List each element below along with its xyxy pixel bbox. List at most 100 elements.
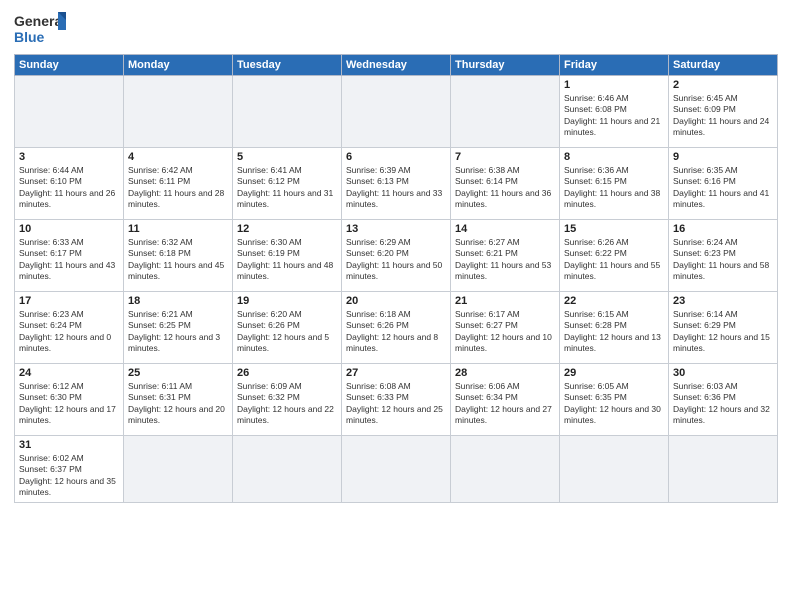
calendar-cell: 29 Sunrise: 6:05 AM Sunset: 6:35 PM Dayli… [560, 364, 669, 436]
calendar-cell: 14 Sunrise: 6:27 AM Sunset: 6:21 PM Dayli… [451, 220, 560, 292]
calendar-cell [233, 436, 342, 503]
day-number: 23 [673, 295, 773, 307]
day-number: 19 [237, 295, 337, 307]
weekday-header-monday: Monday [124, 55, 233, 76]
calendar-cell: 27Sunrise: 6:08 AM Sunset: 6:33 PM Dayli… [342, 364, 451, 436]
day-number: 13 [346, 223, 446, 235]
svg-text:Blue: Blue [14, 29, 45, 45]
day-number: 24 [19, 367, 119, 379]
day-info: Sunrise: 6:38 AM Sunset: 6:14 PM Dayligh… [455, 165, 555, 211]
day-number: 21 [455, 295, 555, 307]
calendar-cell: 13 Sunrise: 6:29 AM Sunset: 6:20 PM Dayli… [342, 220, 451, 292]
day-info: Sunrise: 6:41 AM Sunset: 6:12 PM Dayligh… [237, 165, 337, 211]
page: General Blue SundayMondayTuesdayWednesda… [0, 0, 792, 612]
day-info: Sunrise: 6:14 AM Sunset: 6:29 PM Dayligh… [673, 309, 773, 355]
day-number: 6 [346, 151, 446, 163]
calendar-cell: 12Sunrise: 6:30 AM Sunset: 6:19 PM Dayli… [233, 220, 342, 292]
day-info: Sunrise: 6:05 AM Sunset: 6:35 PM Dayligh… [564, 381, 664, 427]
calendar-table: SundayMondayTuesdayWednesdayThursdayFrid… [14, 54, 778, 503]
calendar-cell: 4Sunrise: 6:42 AM Sunset: 6:11 PM Daylig… [124, 148, 233, 220]
day-number: 15 [564, 223, 664, 235]
day-number: 26 [237, 367, 337, 379]
day-number: 14 [455, 223, 555, 235]
day-info: Sunrise: 6:02 AM Sunset: 6:37 PM Dayligh… [19, 453, 119, 499]
day-number: 11 [128, 223, 228, 235]
calendar-cell [669, 436, 778, 503]
calendar-cell: 16 Sunrise: 6:24 AM Sunset: 6:23 PM Dayli… [669, 220, 778, 292]
day-info: Sunrise: 6:08 AM Sunset: 6:33 PM Dayligh… [346, 381, 446, 427]
day-info: Sunrise: 6:11 AM Sunset: 6:31 PM Dayligh… [128, 381, 228, 427]
calendar-cell: 23 Sunrise: 6:14 AM Sunset: 6:29 PM Dayli… [669, 292, 778, 364]
weekday-header-row: SundayMondayTuesdayWednesdayThursdayFrid… [15, 55, 778, 76]
day-number: 3 [19, 151, 119, 163]
calendar-cell: 22 Sunrise: 6:15 AM Sunset: 6:28 PM Dayli… [560, 292, 669, 364]
logo: General Blue [14, 10, 66, 48]
calendar-cell [124, 436, 233, 503]
calendar-cell: 17Sunrise: 6:23 AM Sunset: 6:24 PM Dayli… [15, 292, 124, 364]
day-info: Sunrise: 6:06 AM Sunset: 6:34 PM Dayligh… [455, 381, 555, 427]
day-number: 12 [237, 223, 337, 235]
day-info: Sunrise: 6:18 AM Sunset: 6:26 PM Dayligh… [346, 309, 446, 355]
day-info: Sunrise: 6:29 AM Sunset: 6:20 PM Dayligh… [346, 237, 446, 283]
calendar-cell: 5Sunrise: 6:41 AM Sunset: 6:12 PM Daylig… [233, 148, 342, 220]
day-number: 22 [564, 295, 664, 307]
weekday-header-saturday: Saturday [669, 55, 778, 76]
header: General Blue [14, 10, 778, 48]
calendar-cell: 18 Sunrise: 6:21 AM Sunset: 6:25 PM Dayli… [124, 292, 233, 364]
day-number: 16 [673, 223, 773, 235]
calendar-cell: 3 Sunrise: 6:44 AM Sunset: 6:10 PM Daylig… [15, 148, 124, 220]
day-info: Sunrise: 6:03 AM Sunset: 6:36 PM Dayligh… [673, 381, 773, 427]
day-info: Sunrise: 6:24 AM Sunset: 6:23 PM Dayligh… [673, 237, 773, 283]
calendar-cell: 2 Sunrise: 6:45 AM Sunset: 6:09 PM Daylig… [669, 76, 778, 148]
week-row-6: 31Sunrise: 6:02 AM Sunset: 6:37 PM Dayli… [15, 436, 778, 503]
day-number: 28 [455, 367, 555, 379]
day-info: Sunrise: 6:45 AM Sunset: 6:09 PM Dayligh… [673, 93, 773, 139]
day-number: 18 [128, 295, 228, 307]
day-info: Sunrise: 6:26 AM Sunset: 6:22 PM Dayligh… [564, 237, 664, 283]
week-row-2: 3 Sunrise: 6:44 AM Sunset: 6:10 PM Daylig… [15, 148, 778, 220]
calendar-cell: 25Sunrise: 6:11 AM Sunset: 6:31 PM Dayli… [124, 364, 233, 436]
day-number: 17 [19, 295, 119, 307]
day-number: 10 [19, 223, 119, 235]
calendar-cell: 1 Sunrise: 6:46 AM Sunset: 6:08 PM Daylig… [560, 76, 669, 148]
calendar-cell: 10 Sunrise: 6:33 AM Sunset: 6:17 PM Dayli… [15, 220, 124, 292]
day-info: Sunrise: 6:33 AM Sunset: 6:17 PM Dayligh… [19, 237, 119, 283]
weekday-header-wednesday: Wednesday [342, 55, 451, 76]
calendar-cell [233, 76, 342, 148]
day-info: Sunrise: 6:44 AM Sunset: 6:10 PM Dayligh… [19, 165, 119, 211]
day-info: Sunrise: 6:12 AM Sunset: 6:30 PM Dayligh… [19, 381, 119, 427]
day-number: 30 [673, 367, 773, 379]
weekday-header-friday: Friday [560, 55, 669, 76]
day-info: Sunrise: 6:35 AM Sunset: 6:16 PM Dayligh… [673, 165, 773, 211]
calendar-cell: 6Sunrise: 6:39 AM Sunset: 6:13 PM Daylig… [342, 148, 451, 220]
calendar-cell: 11Sunrise: 6:32 AM Sunset: 6:18 PM Dayli… [124, 220, 233, 292]
weekday-header-sunday: Sunday [15, 55, 124, 76]
week-row-1: 1 Sunrise: 6:46 AM Sunset: 6:08 PM Daylig… [15, 76, 778, 148]
week-row-5: 24 Sunrise: 6:12 AM Sunset: 6:30 PM Dayli… [15, 364, 778, 436]
weekday-header-thursday: Thursday [451, 55, 560, 76]
day-info: Sunrise: 6:15 AM Sunset: 6:28 PM Dayligh… [564, 309, 664, 355]
calendar-cell [451, 76, 560, 148]
day-number: 8 [564, 151, 664, 163]
day-info: Sunrise: 6:36 AM Sunset: 6:15 PM Dayligh… [564, 165, 664, 211]
calendar-cell [560, 436, 669, 503]
day-number: 1 [564, 79, 664, 91]
day-number: 2 [673, 79, 773, 91]
calendar-cell: 15 Sunrise: 6:26 AM Sunset: 6:22 PM Dayli… [560, 220, 669, 292]
calendar-cell [451, 436, 560, 503]
day-info: Sunrise: 6:20 AM Sunset: 6:26 PM Dayligh… [237, 309, 337, 355]
calendar-cell [15, 76, 124, 148]
calendar-cell: 30 Sunrise: 6:03 AM Sunset: 6:36 PM Dayli… [669, 364, 778, 436]
weekday-header-tuesday: Tuesday [233, 55, 342, 76]
day-info: Sunrise: 6:17 AM Sunset: 6:27 PM Dayligh… [455, 309, 555, 355]
calendar-cell: 20 Sunrise: 6:18 AM Sunset: 6:26 PM Dayli… [342, 292, 451, 364]
day-info: Sunrise: 6:27 AM Sunset: 6:21 PM Dayligh… [455, 237, 555, 283]
calendar-cell: 24 Sunrise: 6:12 AM Sunset: 6:30 PM Dayli… [15, 364, 124, 436]
day-number: 20 [346, 295, 446, 307]
calendar-cell: 9Sunrise: 6:35 AM Sunset: 6:16 PM Daylig… [669, 148, 778, 220]
generalblue-logo-icon: General Blue [14, 10, 66, 48]
day-info: Sunrise: 6:42 AM Sunset: 6:11 PM Dayligh… [128, 165, 228, 211]
day-info: Sunrise: 6:46 AM Sunset: 6:08 PM Dayligh… [564, 93, 664, 139]
day-info: Sunrise: 6:21 AM Sunset: 6:25 PM Dayligh… [128, 309, 228, 355]
day-number: 29 [564, 367, 664, 379]
